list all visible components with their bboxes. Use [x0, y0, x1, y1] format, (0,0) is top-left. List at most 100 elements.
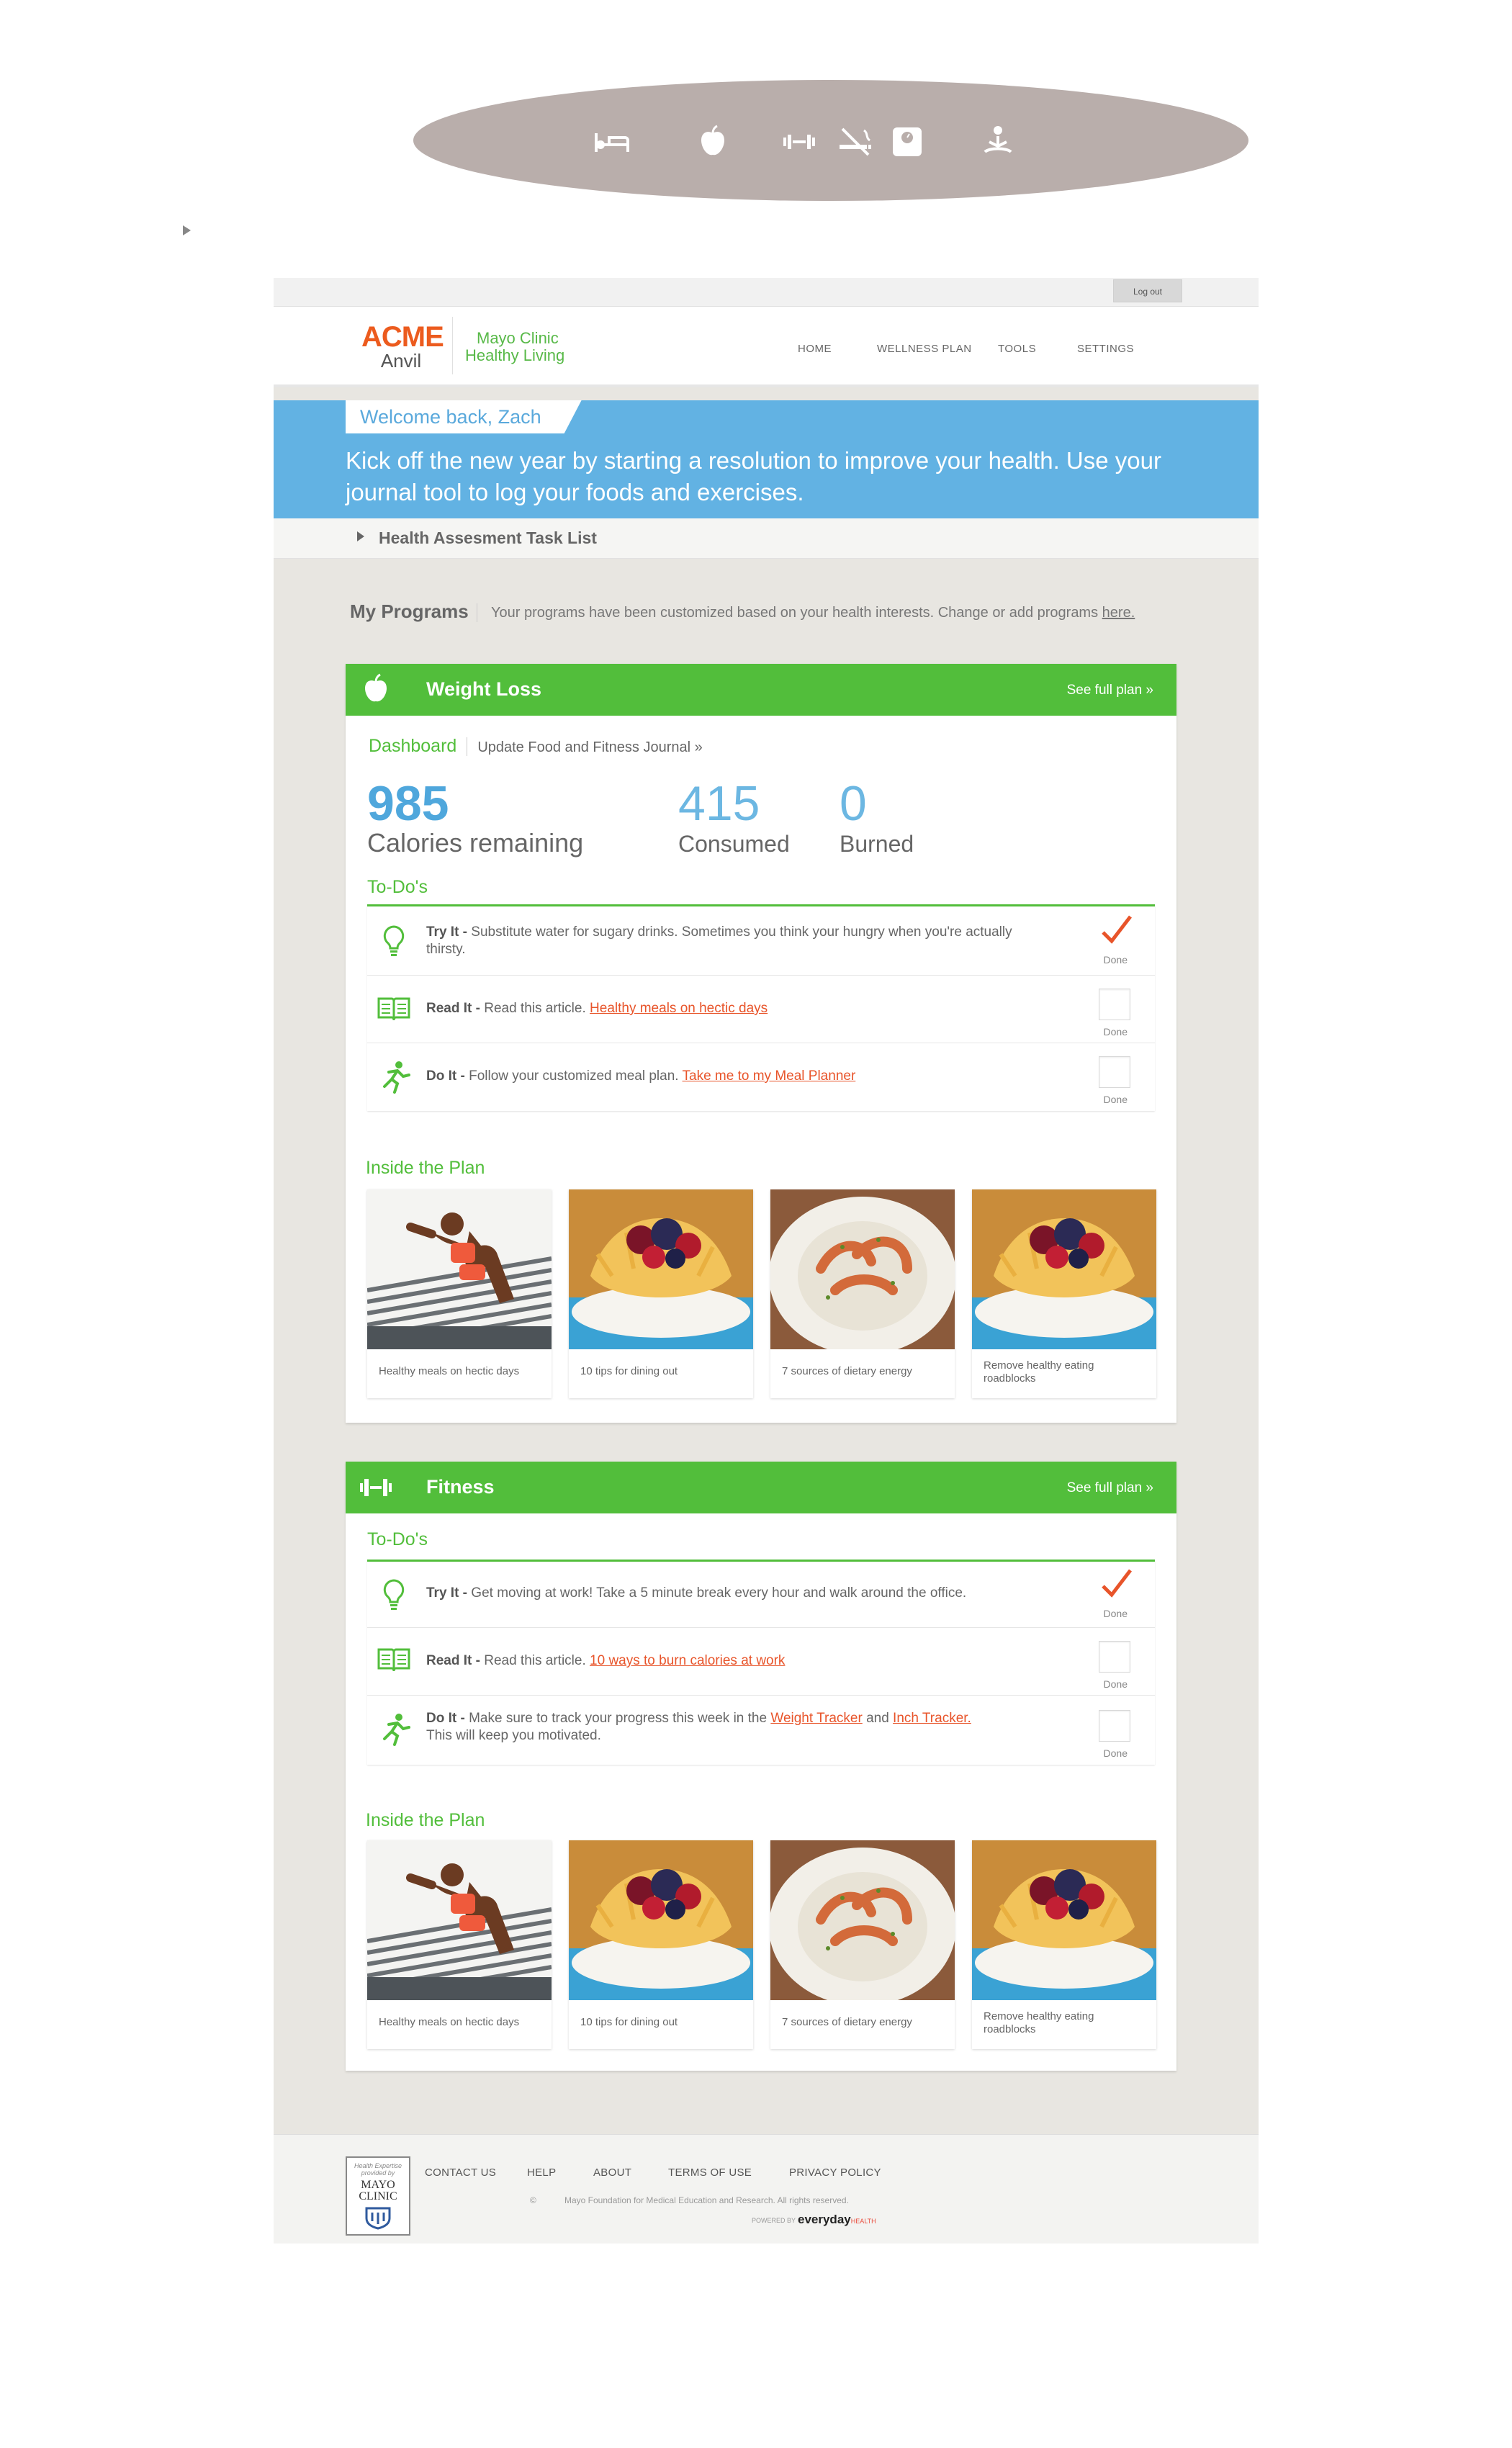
todo-text: Do It - Make sure to track your progress… — [426, 1710, 973, 1745]
book-icon — [377, 997, 410, 1021]
weight-tracker-link[interactable]: Weight Tracker — [770, 1711, 862, 1726]
done-label: Done — [1103, 1608, 1128, 1619]
meditation-icon[interactable] — [978, 122, 1018, 162]
todo-kind: Try It - — [426, 924, 468, 940]
brand-name: ACME — [361, 321, 444, 353]
todo-desc: This will keep you motivated. — [426, 1728, 601, 1743]
consumed-value: 415 — [678, 776, 760, 831]
badge-line: Health Expertise provided by — [354, 2162, 402, 2177]
expand-arrow-icon — [357, 531, 364, 541]
footer-terms-link[interactable]: TERMS OF USE — [668, 2166, 752, 2179]
todo-read-it: Read It - Read this article. 10 ways to … — [367, 1628, 1155, 1696]
done-checkbox[interactable] — [1099, 915, 1132, 948]
no-smoking-icon[interactable] — [835, 122, 876, 162]
see-full-plan-link[interactable]: See full plan » — [1067, 1480, 1153, 1496]
acme-logo[interactable]: ACME Anvil — [361, 321, 444, 370]
everyday-word: everyday — [798, 2213, 851, 2226]
todo-try-it: Try It - Substitute water for sugary dri… — [367, 906, 1155, 976]
top-utility-bar: Log out — [274, 278, 1259, 307]
athlete-photo — [367, 1840, 552, 2000]
berry-tart-photo — [569, 1840, 753, 2000]
plan-tile[interactable]: Healthy meals on hectic days — [367, 1189, 552, 1398]
health-word: HEALTH — [850, 2218, 876, 2225]
see-full-plan-link[interactable]: See full plan » — [1067, 683, 1153, 698]
welcome-banner: Welcome back, Zach Kick off the new year… — [274, 400, 1259, 518]
task-list-label: Health Assesment Task List — [379, 528, 597, 547]
partner-line1: Mayo Clinic — [477, 329, 559, 347]
done-label: Done — [1103, 954, 1128, 966]
todo-desc: and — [866, 1711, 889, 1726]
done-checkbox[interactable] — [1099, 1641, 1130, 1673]
todo-desc: Read this article. — [484, 1001, 586, 1016]
footer-help-link[interactable]: HELP — [527, 2166, 556, 2179]
todo-text: Try It - Get moving at work! Take a 5 mi… — [426, 1585, 1031, 1602]
done-label: Done — [1103, 1747, 1128, 1759]
plan-tile[interactable]: Remove healthy eating roadblocks — [972, 1189, 1156, 1398]
weight-loss-title: Weight Loss — [426, 678, 542, 700]
nav-tools[interactable]: TOOLS — [998, 343, 1036, 355]
weight-loss-header: Weight Loss See full plan » — [346, 664, 1176, 716]
todo-desc: Substitute water for sugary drinks. Some… — [426, 924, 1012, 957]
lightbulb-icon — [383, 1579, 405, 1610]
fitness-title: Fitness — [426, 1476, 495, 1498]
plan-tile[interactable]: Healthy meals on hectic days — [367, 1840, 552, 2049]
nav-home[interactable]: HOME — [798, 343, 832, 355]
footer-contact-link[interactable]: CONTACT US — [425, 2166, 496, 2179]
berry-tart-photo — [972, 1189, 1156, 1349]
expand-arrow-icon[interactable] — [183, 225, 191, 235]
done-label: Done — [1103, 1026, 1128, 1038]
bed-icon[interactable] — [592, 122, 632, 162]
header-divider — [452, 317, 453, 374]
todo-kind: Read It - — [426, 1001, 480, 1016]
checkmark-icon — [1102, 915, 1132, 944]
lightbulb-icon — [383, 925, 405, 956]
tab-update-journal[interactable]: Update Food and Fitness Journal » — [477, 739, 702, 755]
tab-dashboard[interactable]: Dashboard — [369, 736, 456, 756]
powered-by-label: POWERED BY — [752, 2217, 796, 2224]
todo-desc: Follow your customized meal plan. — [469, 1068, 679, 1084]
todo-do-it: Do It - Make sure to track your progress… — [367, 1696, 1155, 1765]
berry-tart-photo — [569, 1189, 753, 1349]
todo-list: Try It - Get moving at work! Take a 5 mi… — [367, 1560, 1155, 1765]
todo-text: Try It - Substitute water for sugary dri… — [426, 924, 1031, 958]
badge-name: MAYO CLINIC — [359, 2179, 397, 2202]
category-icon-bar — [413, 80, 1248, 201]
nav-wellness-plan[interactable]: WELLNESS PLAN — [877, 343, 972, 355]
plan-tile[interactable]: 10 tips for dining out — [569, 1189, 753, 1398]
shrimp-dish-photo — [770, 1189, 955, 1349]
partner-line2: Healthy Living — [465, 346, 565, 364]
site-header: ACME Anvil Mayo Clinic Healthy Living HO… — [274, 307, 1259, 387]
inch-tracker-link[interactable]: Inch Tracker. — [893, 1711, 971, 1726]
footer-about-link[interactable]: ABOUT — [593, 2166, 631, 2179]
done-checkbox[interactable] — [1099, 1056, 1130, 1088]
task-list-toggle[interactable]: Health Assesment Task List — [274, 518, 1259, 559]
todo-kind: Do It - — [426, 1711, 465, 1726]
programs-title: My Programs — [350, 600, 469, 622]
runner-icon — [383, 1061, 410, 1094]
done-checkbox[interactable] — [1099, 989, 1130, 1020]
apple-icon[interactable] — [693, 122, 733, 162]
plan-tile[interactable]: 7 sources of dietary energy — [770, 1189, 955, 1398]
done-checkbox[interactable] — [1099, 1569, 1132, 1602]
consumed-label: Consumed — [678, 831, 790, 857]
change-programs-link[interactable]: here. — [1102, 605, 1135, 621]
everyday-health-logo[interactable]: everydayHEALTH — [798, 2213, 876, 2227]
scale-icon[interactable] — [887, 122, 927, 162]
dumbbell-icon[interactable] — [779, 122, 819, 162]
todo-desc: Read this article. — [484, 1653, 586, 1668]
burned-label: Burned — [840, 831, 914, 857]
todos-title: To-Do's — [367, 877, 428, 897]
todos-title: To-Do's — [367, 1529, 428, 1549]
plan-tile[interactable]: 10 tips for dining out — [569, 1840, 753, 2049]
logout-button[interactable]: Log out — [1113, 279, 1182, 302]
done-checkbox[interactable] — [1099, 1710, 1130, 1742]
done-label: Done — [1103, 1678, 1128, 1690]
article-link[interactable]: Healthy meals on hectic days — [590, 1001, 768, 1016]
meal-planner-link[interactable]: Take me to my Meal Planner — [683, 1068, 856, 1084]
plan-tile[interactable]: 7 sources of dietary energy — [770, 1840, 955, 2049]
page-container: Log out ACME Anvil Mayo Clinic Healthy L… — [274, 278, 1259, 2244]
plan-tile[interactable]: Remove healthy eating roadblocks — [972, 1840, 1156, 2049]
footer-privacy-link[interactable]: PRIVACY POLICY — [789, 2166, 881, 2179]
nav-settings[interactable]: SETTINGS — [1077, 343, 1134, 355]
article-link[interactable]: 10 ways to burn calories at work — [590, 1653, 785, 1668]
